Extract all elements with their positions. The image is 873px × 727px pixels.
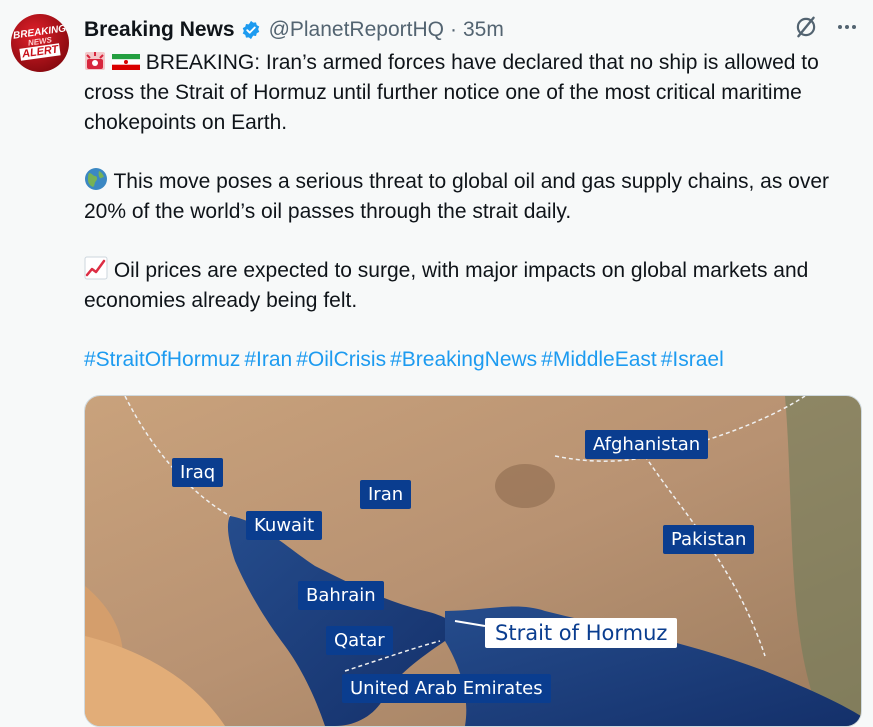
hashtag-link[interactable]: #Israel xyxy=(661,348,724,371)
tweet-body: BREAKING: Iran’s armed forces have decla… xyxy=(84,48,864,375)
map-label-iraq: Iraq xyxy=(172,458,224,487)
tweet-paragraph-3-text: Oil prices are expected to surge, with m… xyxy=(84,259,809,312)
timestamp[interactable]: 35m xyxy=(463,18,504,42)
tweet-paragraph-3: Oil prices are expected to surge, with m… xyxy=(84,256,864,316)
grok-icon[interactable] xyxy=(793,14,819,40)
map-label-kuwait: Kuwait xyxy=(246,511,323,540)
siren-emoji-icon xyxy=(85,52,105,70)
map-label-strait-of-hormuz: Strait of Hormuz xyxy=(485,618,678,648)
iran-flag-icon xyxy=(111,54,140,70)
tweet-paragraph-1-text: BREAKING: Iran’s armed forces have decla… xyxy=(84,51,819,134)
avatar-text-line3: ALERT xyxy=(19,43,61,61)
account-handle[interactable]: @PlanetReportHQ xyxy=(269,18,444,42)
chart-up-emoji-icon xyxy=(84,256,108,280)
more-icon[interactable] xyxy=(835,15,859,39)
map-label-qatar: Qatar xyxy=(326,626,393,655)
avatar[interactable]: BREAKING NEWS ALERT xyxy=(11,14,69,72)
map-image[interactable]: Iraq Kuwait Iran Afghanistan Pakistan Ba… xyxy=(84,395,862,727)
verified-badge-icon xyxy=(242,20,259,40)
map-label-afghanistan: Afghanistan xyxy=(585,430,709,459)
tweet-paragraph-1: BREAKING: Iran’s armed forces have decla… xyxy=(84,48,864,138)
map-label-bahrain: Bahrain xyxy=(298,581,384,610)
header-separator: · xyxy=(449,18,457,41)
hashtag-link[interactable]: #Iran xyxy=(244,348,292,371)
hashtag-link[interactable]: #MiddleEast xyxy=(541,348,657,371)
hashtag-link[interactable]: #OilCrisis xyxy=(296,348,386,371)
account-name[interactable]: Breaking News xyxy=(84,18,235,42)
hashtag-link[interactable]: #BreakingNews xyxy=(390,348,537,371)
map-label-iran: Iran xyxy=(360,480,412,509)
hashtag-list: #StraitOfHormuz #Iran #OilCrisis #BreakingN… xyxy=(84,345,864,375)
tweet-actions-top xyxy=(793,14,859,40)
tweet-paragraph-2: This move poses a serious threat to glob… xyxy=(84,167,864,227)
hashtag-link[interactable]: #StraitOfHormuz xyxy=(84,348,240,371)
globe-emoji-icon xyxy=(85,168,107,190)
map-label-pakistan: Pakistan xyxy=(663,525,755,554)
map-label-uae: United Arab Emirates xyxy=(342,674,551,703)
tweet-paragraph-2-text: This move poses a serious threat to glob… xyxy=(84,170,830,223)
tweet-header: Breaking News @PlanetReportHQ · 35m xyxy=(84,14,504,46)
